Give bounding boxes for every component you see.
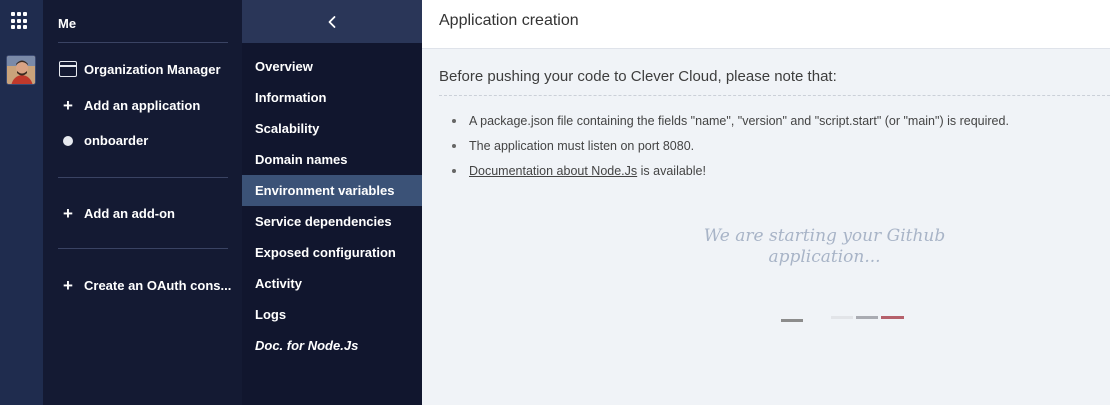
main-content: Application creation Before pushing your… [422,0,1110,405]
application-nav: Overview Information Scalability Domain … [242,0,422,405]
doc-suffix-text: is available! [637,164,706,178]
plus-icon: + [63,96,73,115]
app-item-onboarder[interactable]: onboarder [58,133,148,148]
divider [58,42,228,43]
nav-item-doc-nodejs[interactable]: Doc. for Node.Js [242,330,422,361]
add-addon-button[interactable]: + Add an add-on [58,205,175,222]
status-dot-icon [63,135,73,146]
starting-message: We are starting your Github application.… [703,226,946,267]
nav-item-scalability[interactable]: Scalability [242,113,422,144]
plus-icon: + [63,204,73,223]
requirements-list: A package.json file containing the field… [452,113,1009,188]
dashed-divider [439,95,1110,96]
nav-item-overview[interactable]: Overview [242,51,422,82]
app-name-label: onboarder [84,133,149,148]
nav-item-domain-names[interactable]: Domain names [242,144,422,175]
divider [58,177,228,178]
nav-item-activity[interactable]: Activity [242,268,422,299]
organization-sidebar: Me Organization Manager + Add an applica… [43,0,242,405]
create-oauth-label: Create an OAuth cons... [84,278,232,293]
left-rail [0,0,43,405]
user-avatar[interactable] [6,55,36,85]
back-button[interactable] [242,0,422,43]
documentation-link[interactable]: Documentation about Node.Js [469,164,637,178]
list-item: A package.json file containing the field… [452,113,1009,138]
page-header: Application creation [422,0,1110,49]
nav-item-information[interactable]: Information [242,82,422,113]
grid-icon[interactable] [11,12,29,30]
organization-manager-label: Organization Manager [84,61,221,77]
create-oauth-consumer-button[interactable]: + Create an OAuth cons... [58,277,231,294]
calendar-icon [59,61,77,77]
nav-item-logs[interactable]: Logs [242,299,422,330]
organization-manager-item[interactable]: Organization Manager [58,61,221,77]
plus-icon: + [63,276,73,295]
add-addon-label: Add an add-on [84,206,175,221]
nav-item-environment-variables[interactable]: Environment variables [242,175,422,206]
add-application-label: Add an application [84,98,201,113]
me-label[interactable]: Me [58,16,76,31]
list-item: The application must listen on port 8080… [452,138,1009,163]
intro-text: Before pushing your code to Clever Cloud… [439,68,837,85]
divider [58,248,228,249]
page-title: Application creation [439,12,579,29]
nav-item-service-dependencies[interactable]: Service dependencies [242,206,422,237]
add-application-button[interactable]: + Add an application [58,97,200,114]
list-item: Documentation about Node.Js is available… [452,163,1009,188]
nav-item-exposed-configuration[interactable]: Exposed configuration [242,237,422,268]
chevron-left-icon [328,15,336,28]
